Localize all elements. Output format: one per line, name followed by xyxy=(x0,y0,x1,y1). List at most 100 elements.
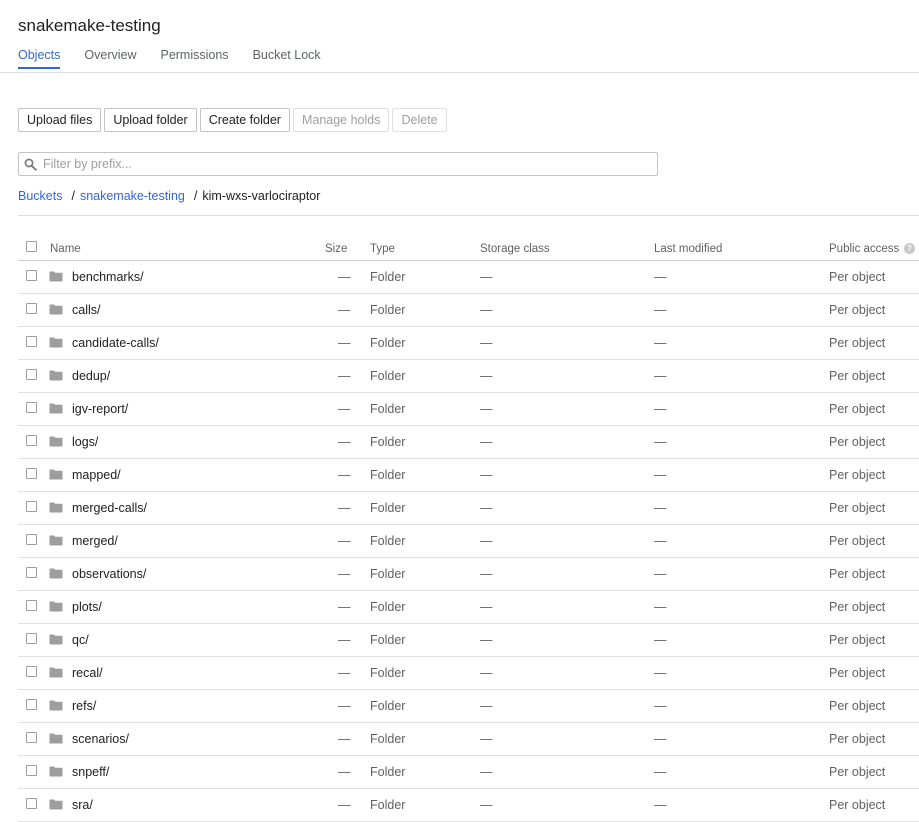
folder-icon xyxy=(49,502,63,513)
delete-button[interactable]: Delete xyxy=(392,108,447,132)
column-header-last-modified[interactable]: Last modified xyxy=(654,243,722,255)
table-row[interactable]: scenarios/ — Folder — — Per object xyxy=(18,723,919,756)
row-name[interactable]: mapped/ xyxy=(72,468,121,482)
table-row[interactable]: qc/ — Folder — — Per object xyxy=(18,624,919,657)
table-row[interactable]: observations/ — Folder — — Per object xyxy=(18,558,919,591)
breadcrumb-buckets-link[interactable]: Buckets xyxy=(18,189,62,203)
table-row[interactable]: refs/ — Folder — — Per object xyxy=(18,690,919,723)
column-header-type[interactable]: Type xyxy=(370,243,395,255)
row-type: Folder xyxy=(370,270,406,284)
row-checkbox[interactable] xyxy=(26,699,37,710)
row-checkbox[interactable] xyxy=(26,270,37,281)
row-public-access: Per object xyxy=(829,798,886,812)
table-row[interactable]: snpeff/ — Folder — — Per object xyxy=(18,756,919,789)
tab-overview[interactable]: Overview xyxy=(84,48,136,69)
row-size: — xyxy=(338,369,351,383)
table-row[interactable]: merged-calls/ — Folder — — Per object xyxy=(18,492,919,525)
table-row[interactable]: mapped/ — Folder — — Per object xyxy=(18,459,919,492)
row-type: Folder xyxy=(370,501,406,515)
tab-permissions[interactable]: Permissions xyxy=(160,48,228,69)
row-checkbox[interactable] xyxy=(26,468,37,479)
row-size: — xyxy=(338,303,351,317)
row-name[interactable]: refs/ xyxy=(72,699,96,713)
row-last-modified: — xyxy=(654,633,667,647)
folder-icon xyxy=(49,436,63,447)
column-header-name[interactable]: Name xyxy=(50,243,81,255)
row-checkbox[interactable] xyxy=(26,633,37,644)
row-checkbox[interactable] xyxy=(26,435,37,446)
row-checkbox[interactable] xyxy=(26,600,37,611)
row-type: Folder xyxy=(370,468,406,482)
row-name[interactable]: observations/ xyxy=(72,567,146,581)
row-checkbox[interactable] xyxy=(26,765,37,776)
row-size: — xyxy=(338,798,351,812)
row-checkbox[interactable] xyxy=(26,402,37,413)
row-checkbox[interactable] xyxy=(26,501,37,512)
breadcrumb-divider xyxy=(18,215,919,216)
row-name[interactable]: plots/ xyxy=(72,600,102,614)
row-type: Folder xyxy=(370,435,406,449)
row-checkbox[interactable] xyxy=(26,303,37,314)
folder-icon xyxy=(49,700,63,711)
row-checkbox[interactable] xyxy=(26,732,37,743)
row-name[interactable]: benchmarks/ xyxy=(72,270,144,284)
table-row[interactable]: calls/ — Folder — — Per object xyxy=(18,294,919,327)
folder-icon xyxy=(49,667,63,678)
row-name[interactable]: igv-report/ xyxy=(72,402,128,416)
table-row[interactable]: candidate-calls/ — Folder — — Per object xyxy=(18,327,919,360)
row-name[interactable]: logs/ xyxy=(72,435,98,449)
row-type: Folder xyxy=(370,336,406,350)
row-checkbox[interactable] xyxy=(26,336,37,347)
row-name[interactable]: recal/ xyxy=(72,666,103,680)
column-header-size[interactable]: Size xyxy=(325,243,347,255)
row-name[interactable]: calls/ xyxy=(72,303,100,317)
create-folder-button[interactable]: Create folder xyxy=(199,108,290,132)
filter-input[interactable] xyxy=(43,157,657,171)
tab-bucket-lock[interactable]: Bucket Lock xyxy=(253,48,321,69)
row-size: — xyxy=(338,501,351,515)
row-checkbox[interactable] xyxy=(26,534,37,545)
table-row[interactable]: plots/ — Folder — — Per object xyxy=(18,591,919,624)
row-name[interactable]: dedup/ xyxy=(72,369,110,383)
column-header-storage-class[interactable]: Storage class xyxy=(480,243,550,255)
row-type: Folder xyxy=(370,798,406,812)
help-icon[interactable]: ? xyxy=(904,243,915,254)
folder-icon xyxy=(49,304,63,315)
row-name[interactable]: merged/ xyxy=(72,534,118,548)
row-public-access: Per object xyxy=(829,468,886,482)
upload-files-button[interactable]: Upload files xyxy=(18,108,102,132)
row-storage-class: — xyxy=(480,336,493,350)
row-last-modified: — xyxy=(654,336,667,350)
table-row[interactable]: sra/ — Folder — — Per object xyxy=(18,789,919,822)
table-row[interactable]: igv-report/ — Folder — — Per object xyxy=(18,393,919,426)
breadcrumb-bucket-link[interactable]: snakemake-testing xyxy=(80,189,185,203)
row-name[interactable]: scenarios/ xyxy=(72,732,129,746)
row-name[interactable]: sra/ xyxy=(72,798,93,812)
breadcrumb-separator: / xyxy=(193,189,198,203)
row-type: Folder xyxy=(370,666,406,680)
search-icon xyxy=(24,158,37,171)
table-row[interactable]: merged/ — Folder — — Per object xyxy=(18,525,919,558)
manage-holds-button[interactable]: Manage holds xyxy=(292,108,390,132)
tab-objects[interactable]: Objects xyxy=(18,48,61,69)
table-row[interactable]: logs/ — Folder — — Per object xyxy=(18,426,919,459)
row-checkbox[interactable] xyxy=(26,666,37,677)
row-checkbox[interactable] xyxy=(26,369,37,380)
table-row[interactable]: recal/ — Folder — — Per object xyxy=(18,657,919,690)
row-public-access: Per object xyxy=(829,435,886,449)
row-name[interactable]: qc/ xyxy=(72,633,89,647)
row-name[interactable]: snpeff/ xyxy=(72,765,109,779)
row-name[interactable]: merged-calls/ xyxy=(72,501,147,515)
row-size: — xyxy=(338,765,351,779)
row-size: — xyxy=(338,468,351,482)
table-row[interactable]: dedup/ — Folder — — Per object xyxy=(18,360,919,393)
upload-folder-button[interactable]: Upload folder xyxy=(104,108,197,132)
column-header-public-access[interactable]: Public access xyxy=(829,243,899,255)
row-name[interactable]: candidate-calls/ xyxy=(72,336,159,350)
row-storage-class: — xyxy=(480,633,493,647)
folder-icon xyxy=(49,337,63,348)
table-row[interactable]: benchmarks/ — Folder — — Per object xyxy=(18,261,919,294)
row-checkbox[interactable] xyxy=(26,567,37,578)
row-checkbox[interactable] xyxy=(26,798,37,809)
select-all-checkbox[interactable] xyxy=(26,241,37,252)
